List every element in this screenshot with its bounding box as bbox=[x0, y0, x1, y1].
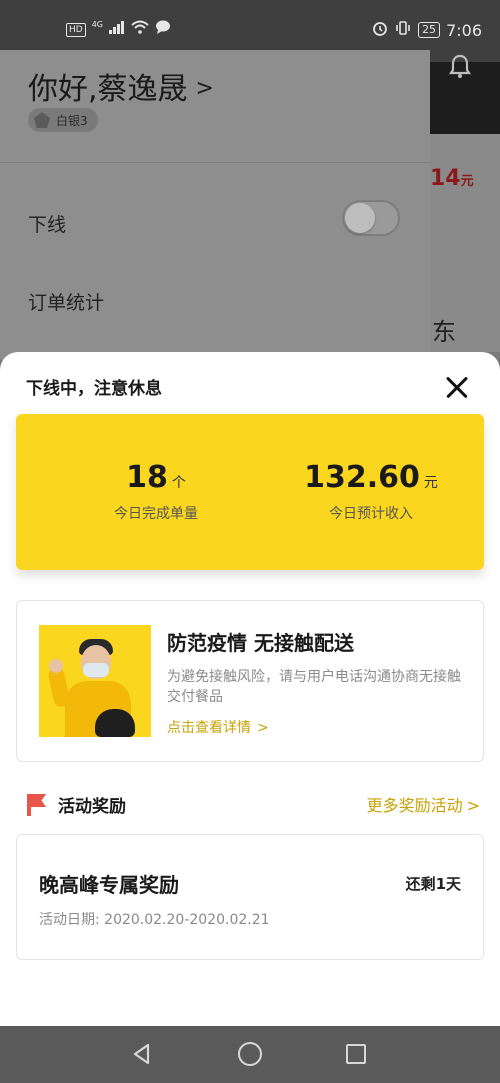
toggle-knob bbox=[345, 203, 375, 233]
message-icon bbox=[155, 20, 171, 39]
alarm-icon bbox=[372, 20, 388, 40]
greeting-text: 你好,蔡逸晟 bbox=[28, 72, 188, 107]
orders-unit: 个 bbox=[171, 475, 186, 491]
background-partial-text: 东 bbox=[432, 318, 456, 346]
notice-link-text: 点击查看详情 bbox=[167, 720, 251, 736]
stat-income: 132.60 元 今日预计收入 bbox=[286, 460, 456, 523]
status-time: 7:06 bbox=[446, 20, 482, 40]
network-type: 4G bbox=[91, 19, 103, 29]
reward-card[interactable]: 晚高峰专属奖励 还剩1天 活动日期: 2020.02.20-2020.02.21 bbox=[16, 834, 484, 960]
drawer-item-offline: 下线 bbox=[28, 214, 67, 236]
signal-icon bbox=[109, 20, 125, 39]
orders-label: 今日完成单量 bbox=[114, 506, 198, 522]
offline-bottom-sheet: 下线中，注意休息 18 个 今日完成单量 132.60 元 今日预计收入 防范疫情 … bbox=[0, 352, 500, 1026]
reward-remaining: 还剩1天 bbox=[405, 875, 461, 893]
recents-square-icon[interactable] bbox=[346, 1044, 366, 1064]
income-unit: 元 bbox=[423, 475, 438, 491]
chevron-right-icon: > bbox=[257, 720, 269, 736]
level-badge: 白银3 bbox=[28, 108, 98, 132]
reward-date: 活动日期: 2020.02.20-2020.02.21 bbox=[39, 912, 270, 928]
side-drawer: 你好,蔡逸晟 > 白银3 下线 订单统计 bbox=[0, 50, 430, 360]
level-icon bbox=[34, 112, 50, 128]
reward-title: 晚高峰专属奖励 bbox=[39, 873, 179, 897]
epidemic-notice-card[interactable]: 防范疫情 无接触配送 为避免接触风险，请与用户电话沟通协商无接触交付餐品 点击查… bbox=[16, 600, 484, 762]
orders-value: 18 bbox=[126, 460, 168, 495]
more-activities-link[interactable]: 更多奖励活动 > bbox=[367, 792, 480, 816]
today-stats-card: 18 个 今日完成单量 132.60 元 今日预计收入 bbox=[16, 414, 484, 570]
stat-orders: 18 个 今日完成单量 bbox=[76, 460, 236, 523]
background-amount-value: 14 bbox=[430, 166, 461, 191]
offline-toggle[interactable] bbox=[342, 200, 400, 236]
courier-poster-image bbox=[39, 625, 151, 737]
system-nav-bar bbox=[0, 1026, 500, 1083]
level-text: 白银3 bbox=[56, 113, 88, 128]
vibrate-icon bbox=[394, 20, 412, 40]
activities-title: 活动奖励 bbox=[58, 797, 126, 817]
chevron-right-icon: > bbox=[466, 796, 480, 815]
status-left: HD 4G bbox=[66, 20, 171, 39]
background-amount-unit: 元 bbox=[460, 174, 474, 189]
hd-badge: HD bbox=[66, 22, 86, 37]
income-label: 今日预计收入 bbox=[329, 506, 413, 522]
flag-icon bbox=[26, 794, 48, 816]
wifi-icon bbox=[131, 20, 149, 39]
drawer-divider bbox=[0, 162, 430, 163]
close-icon[interactable] bbox=[440, 370, 474, 404]
battery-indicator: 25 bbox=[418, 22, 441, 38]
notice-title: 防范疫情 无接触配送 bbox=[167, 631, 354, 655]
income-value: 132.60 bbox=[304, 460, 420, 495]
status-right: 25 7:06 bbox=[372, 20, 482, 40]
activities-header: 活动奖励 更多奖励活动 > bbox=[26, 792, 486, 818]
background-amount: 14元 bbox=[430, 166, 474, 191]
sheet-title: 下线中，注意休息 bbox=[26, 379, 162, 399]
notice-detail-link[interactable]: 点击查看详情 > bbox=[167, 717, 269, 737]
bell-icon[interactable] bbox=[446, 52, 474, 80]
home-circle-icon[interactable] bbox=[238, 1042, 262, 1066]
notice-description: 为避免接触风险，请与用户电话沟通协商无接触交付餐品 bbox=[167, 669, 461, 705]
chevron-right-icon: > bbox=[195, 76, 214, 101]
more-activities-text: 更多奖励活动 bbox=[366, 796, 463, 815]
back-triangle-icon[interactable] bbox=[130, 1042, 154, 1066]
drawer-item-order-stats[interactable]: 订单统计 bbox=[28, 288, 104, 315]
greeting-header[interactable]: 你好,蔡逸晟 > bbox=[28, 64, 214, 108]
